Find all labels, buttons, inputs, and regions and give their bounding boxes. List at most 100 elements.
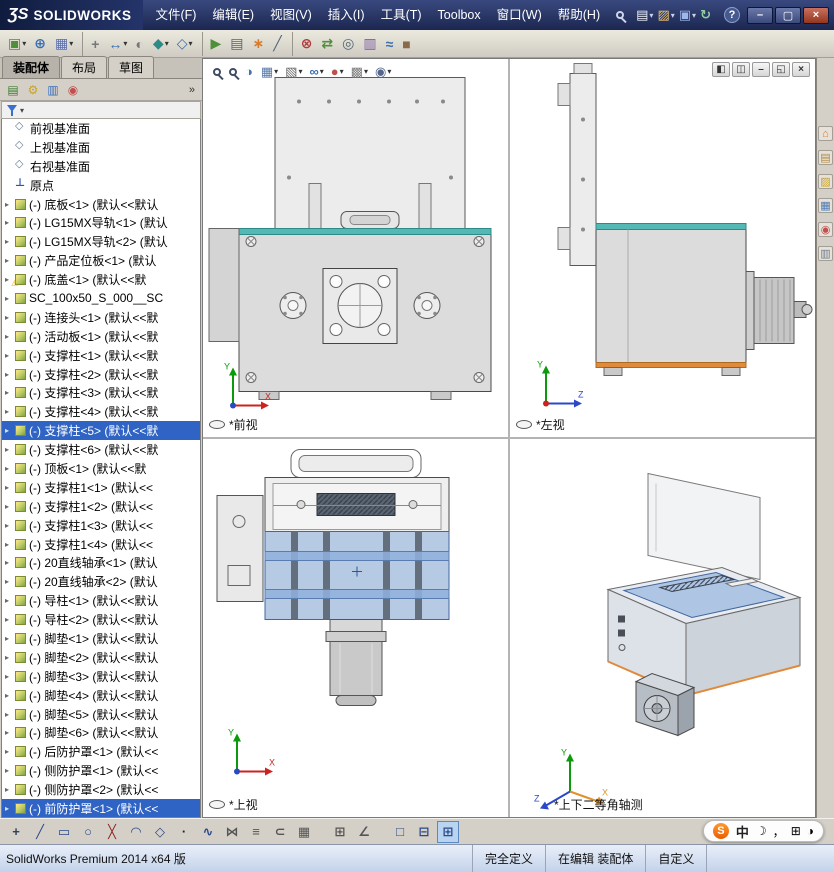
halfwidth-moon-icon[interactable]: ☽ bbox=[756, 824, 767, 838]
mirror-tool-icon[interactable]: ⋈ bbox=[221, 821, 243, 843]
tree-item[interactable]: (-) 顶板<1> (默认<<默 bbox=[2, 459, 200, 478]
expand-arrow-icon[interactable] bbox=[5, 370, 15, 379]
expand-arrow-icon[interactable] bbox=[5, 332, 15, 341]
viewport-restore-button[interactable]: ◱ bbox=[772, 62, 790, 77]
expand-arrow-icon[interactable] bbox=[5, 256, 15, 265]
offset-tool-icon[interactable]: ≡ bbox=[245, 821, 267, 843]
new-document-icon[interactable]: ▤ ▾ bbox=[636, 7, 653, 23]
expand-arrow-icon[interactable] bbox=[5, 294, 15, 303]
angle-tool-icon[interactable]: ∠ bbox=[353, 821, 375, 843]
select-tool-icon[interactable]: + bbox=[5, 821, 27, 843]
new-motion-study-icon[interactable]: ▶ bbox=[201, 31, 226, 56]
tree-item[interactable]: (-) 脚垫<3> (默认<<默认 bbox=[2, 667, 200, 686]
configurationmanager-tab-icon[interactable]: ▥ bbox=[43, 81, 63, 99]
pane-front-view[interactable]: Y X *前视 bbox=[203, 59, 508, 437]
exploded-view-icon[interactable]: ∗ bbox=[250, 32, 269, 56]
tree-item[interactable]: (-) 支撑柱1<1> (默认<< bbox=[2, 478, 200, 497]
menu-item[interactable]: 帮助(H) bbox=[550, 0, 608, 30]
sogou-logo-icon[interactable]: S bbox=[712, 823, 729, 839]
view-palette-icon[interactable]: ▦ bbox=[818, 198, 833, 213]
expand-arrow-icon[interactable] bbox=[5, 785, 15, 794]
bill-of-materials-icon[interactable]: ▤ bbox=[227, 32, 247, 56]
expand-arrow-icon[interactable] bbox=[5, 766, 15, 775]
expand-arrow-icon[interactable] bbox=[5, 351, 15, 360]
reference-geometry-icon[interactable]: ◇ ▾ bbox=[174, 32, 196, 56]
expand-arrow-icon[interactable] bbox=[5, 558, 15, 567]
tree-item[interactable]: (-) 侧防护罩<1> (默认<< bbox=[2, 761, 200, 780]
edit-appearance-icon[interactable]: ● ▾ bbox=[329, 62, 346, 81]
tree-item[interactable]: (-) 脚垫<5> (默认<<默认 bbox=[2, 705, 200, 724]
section-view-icon[interactable]: ◑ bbox=[243, 62, 256, 81]
tree-item[interactable]: (-) 底板<1> (默认<<默认 bbox=[2, 195, 200, 214]
expand-arrow-icon[interactable] bbox=[5, 615, 15, 624]
instant3d-icon[interactable]: ≈ bbox=[383, 32, 398, 56]
expand-arrow-icon[interactable] bbox=[5, 218, 15, 227]
tree-item[interactable]: (-) 支撑柱<3> (默认<<默 bbox=[2, 383, 200, 402]
expand-arrow-icon[interactable] bbox=[5, 634, 15, 643]
pane-left-view[interactable]: Y Z *左视 bbox=[510, 59, 815, 437]
tree-item[interactable]: (-) LG15MX导轨<2> (默认 bbox=[2, 232, 200, 251]
expand-arrow-icon[interactable] bbox=[5, 747, 15, 756]
viewport-close-button[interactable]: × bbox=[792, 62, 810, 77]
two-view-button[interactable]: ⊟ bbox=[413, 821, 435, 843]
minimize-button[interactable]: – bbox=[747, 6, 773, 24]
expand-arrow-icon[interactable] bbox=[5, 502, 15, 511]
linear-component-pattern-icon[interactable]: ▦ ▾ bbox=[52, 32, 76, 56]
tree-item[interactable]: 前视基准面 bbox=[2, 119, 200, 138]
expand-arrow-icon[interactable] bbox=[5, 804, 15, 813]
tree-item[interactable]: (-) 导柱<2> (默认<<默认 bbox=[2, 610, 200, 629]
close-button[interactable]: × bbox=[803, 6, 829, 24]
tree-item[interactable]: (-) 导柱<1> (默认<<默认 bbox=[2, 591, 200, 610]
rebuild-icon[interactable]: ↻ bbox=[700, 7, 712, 23]
apply-scene-icon[interactable]: ▩ ▾ bbox=[349, 62, 370, 81]
tree-item[interactable]: (-) LG15MX导轨<1> (默认 bbox=[2, 213, 200, 232]
save-icon[interactable]: ▣ ▾ bbox=[679, 7, 696, 23]
viewport-minimize-button[interactable]: – bbox=[752, 62, 770, 77]
tree-item[interactable]: 上视基准面 bbox=[2, 138, 200, 157]
filter-funnel-icon[interactable] bbox=[7, 104, 17, 116]
viewport-cascade-button[interactable]: ◧ bbox=[712, 62, 730, 77]
appearances-icon[interactable]: ◉ bbox=[818, 222, 833, 237]
tree-item[interactable]: (-) 支撑柱1<2> (默认<< bbox=[2, 497, 200, 516]
expand-arrow-icon[interactable] bbox=[5, 653, 15, 662]
filter-dropdown-icon[interactable]: ▾ bbox=[20, 106, 24, 115]
tree-item[interactable]: (-) 20直线轴承<1> (默认 bbox=[2, 553, 200, 572]
ime-mode-chinese[interactable]: 中 bbox=[736, 822, 749, 841]
expand-arrow-icon[interactable] bbox=[5, 710, 15, 719]
hide-show-items-icon[interactable]: ∞ ▾ bbox=[307, 62, 325, 81]
design-library-icon[interactable]: ▤ bbox=[818, 150, 833, 165]
large-assembly-mode-icon[interactable]: ■ bbox=[399, 32, 414, 56]
solidworks-resources-icon[interactable]: ⌂ bbox=[818, 126, 833, 141]
menu-item[interactable]: 工具(T) bbox=[373, 0, 430, 30]
panel-overflow-button[interactable]: » bbox=[189, 84, 199, 96]
punctuation-icon[interactable]: ， bbox=[773, 823, 785, 840]
circle-tool-icon[interactable]: ○ bbox=[77, 821, 99, 843]
menu-item[interactable]: 窗口(W) bbox=[489, 0, 550, 30]
tree-item[interactable]: (-) 支撑柱1<4> (默认<< bbox=[2, 535, 200, 554]
expand-arrow-icon[interactable] bbox=[5, 521, 15, 530]
trim-tool-icon[interactable]: ╳ bbox=[101, 821, 123, 843]
expand-arrow-icon[interactable] bbox=[5, 200, 15, 209]
search-icon[interactable] bbox=[616, 11, 625, 19]
tree-item[interactable]: (-) 支撑柱1<3> (默认<< bbox=[2, 516, 200, 535]
expand-arrow-icon[interactable] bbox=[5, 483, 15, 492]
tab-assembly[interactable]: 装配体 bbox=[2, 56, 61, 78]
tree-item[interactable]: (-) 支撑柱<4> (默认<<默 bbox=[2, 402, 200, 421]
tree-item[interactable]: (-) 支撑柱<5> (默认<<默 bbox=[2, 421, 200, 441]
expand-arrow-icon[interactable] bbox=[5, 407, 15, 416]
expand-arrow-icon[interactable] bbox=[5, 672, 15, 681]
explode-line-sketch-icon[interactable]: ╱ bbox=[270, 32, 285, 56]
tree-item[interactable]: (-) 侧防护罩<2> (默认<< bbox=[2, 780, 200, 799]
displaymanager-tab-icon[interactable]: ◉ bbox=[63, 81, 83, 99]
pane-top-view[interactable]: Y X *上视 bbox=[203, 439, 508, 817]
arc-tool-icon[interactable]: ◠ bbox=[125, 821, 147, 843]
single-view-button[interactable]: □ bbox=[389, 821, 411, 843]
convert-entities-icon[interactable]: ⊂ bbox=[269, 821, 291, 843]
hole-alignment-icon[interactable]: ◎ bbox=[339, 32, 358, 56]
open-document-icon[interactable]: ▨ ▾ bbox=[657, 7, 674, 23]
tree-item[interactable]: (-) 产品定位板<1> (默认 bbox=[2, 251, 200, 270]
custom-tab-button[interactable]: 自定义 bbox=[645, 845, 706, 872]
clearance-verification-icon[interactable]: ⇄ bbox=[318, 32, 337, 56]
tree-item[interactable]: 原点 bbox=[2, 176, 200, 195]
point-tool-icon[interactable]: · bbox=[173, 821, 195, 843]
